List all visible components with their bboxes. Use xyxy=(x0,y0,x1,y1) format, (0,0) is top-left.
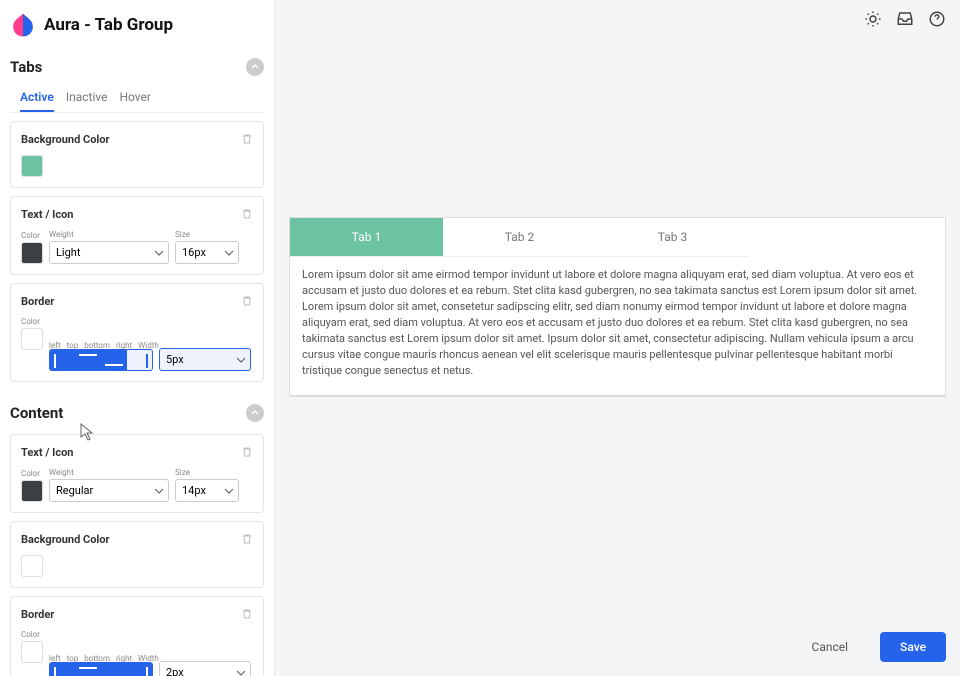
card-title: Text / Icon xyxy=(21,208,73,221)
label-color: Color xyxy=(21,469,43,478)
save-button[interactable]: Save xyxy=(880,632,946,662)
page-title: Aura - Tab Group xyxy=(44,15,173,35)
card-background-color: Background Color xyxy=(10,121,264,188)
border-right-toggle[interactable] xyxy=(127,662,153,676)
tabs-section-head: Tabs xyxy=(0,44,274,80)
state-tab-active[interactable]: Active xyxy=(20,90,54,112)
border-side-toggles xyxy=(49,349,153,371)
card-content-bg: Background Color xyxy=(10,521,264,588)
card-tabs-border: Border Color left top bottom right Width… xyxy=(10,283,264,382)
help-icon[interactable] xyxy=(928,10,946,32)
collapse-button[interactable] xyxy=(246,404,264,422)
label-color: Color xyxy=(21,317,43,326)
main-panel: Tab 1 Tab 2 Tab 3 Lorem ipsum dolor sit … xyxy=(275,0,960,676)
preview-tab-2[interactable]: Tab 2 xyxy=(443,218,596,257)
weight-select[interactable]: Light xyxy=(49,241,169,264)
trash-icon[interactable] xyxy=(241,292,253,311)
section-title-tabs: Tabs xyxy=(10,58,42,76)
border-bottom-toggle[interactable] xyxy=(101,349,127,371)
weight-select[interactable]: Regular xyxy=(49,479,169,502)
label-color: Color xyxy=(21,630,43,639)
topbar xyxy=(275,0,960,42)
preview-content: Lorem ipsum dolor sit ame eirmod tempor … xyxy=(290,257,945,395)
label-size: Size xyxy=(175,230,239,239)
border-width-select[interactable]: 2px xyxy=(159,661,251,676)
preview-tab-group: Tab 1 Tab 2 Tab 3 Lorem ipsum dolor sit … xyxy=(289,217,946,397)
size-select[interactable]: 16px xyxy=(175,241,239,264)
border-width-select[interactable]: 5px xyxy=(159,348,251,371)
chevron-up-icon xyxy=(250,408,260,418)
label-weight: Weight xyxy=(49,468,169,477)
card-title: Text / Icon xyxy=(21,446,73,459)
content-section-head: Content xyxy=(0,390,274,426)
state-tab-hover[interactable]: Hover xyxy=(119,90,150,112)
aura-logo-icon xyxy=(10,12,36,38)
footer: Cancel Save xyxy=(275,622,960,676)
border-color-swatch[interactable] xyxy=(21,328,43,350)
border-side-toggles xyxy=(49,662,153,676)
text-color-swatch[interactable] xyxy=(21,480,43,502)
card-title: Background Color xyxy=(21,533,110,546)
card-content-text-icon: Text / Icon Color Weight Regular Size 14px xyxy=(10,434,264,513)
card-tabs-text-icon: Text / Icon Color Weight Light Size 16px xyxy=(10,196,264,275)
sidebar: Aura - Tab Group Tabs Active Inactive Ho… xyxy=(0,0,275,676)
collapse-button[interactable] xyxy=(246,58,264,76)
preview-tab-3[interactable]: Tab 3 xyxy=(596,218,749,257)
trash-icon[interactable] xyxy=(241,605,253,624)
state-tab-inactive[interactable]: Inactive xyxy=(66,90,108,112)
border-top-toggle[interactable] xyxy=(75,349,101,371)
border-color-swatch[interactable] xyxy=(21,641,43,663)
border-left-toggle[interactable] xyxy=(49,662,75,676)
trash-icon[interactable] xyxy=(241,530,253,549)
text-color-swatch[interactable] xyxy=(21,242,43,264)
chevron-up-icon xyxy=(250,62,260,72)
sidebar-header: Aura - Tab Group xyxy=(0,0,274,44)
trash-icon[interactable] xyxy=(241,443,253,462)
label-weight: Weight xyxy=(49,230,169,239)
border-left-toggle[interactable] xyxy=(49,349,75,371)
preview-tab-1[interactable]: Tab 1 xyxy=(290,218,443,257)
background-color-swatch[interactable] xyxy=(21,155,43,177)
border-bottom-toggle[interactable] xyxy=(101,662,127,676)
card-title: Border xyxy=(21,295,54,308)
card-title: Border xyxy=(21,608,54,621)
size-select[interactable]: 14px xyxy=(175,479,239,502)
section-title-content: Content xyxy=(10,404,63,422)
border-top-toggle[interactable] xyxy=(75,662,101,676)
theme-icon[interactable] xyxy=(864,10,882,32)
card-content-border: Border Color left top bottom right Width… xyxy=(10,596,264,676)
preview-tabs: Tab 1 Tab 2 Tab 3 xyxy=(290,218,945,257)
label-color: Color xyxy=(21,231,43,240)
card-title: Background Color xyxy=(21,133,110,146)
trash-icon[interactable] xyxy=(241,205,253,224)
trash-icon[interactable] xyxy=(241,130,253,149)
label-size: Size xyxy=(175,468,239,477)
preview-canvas: Tab 1 Tab 2 Tab 3 Lorem ipsum dolor sit … xyxy=(275,42,960,622)
state-tabs: Active Inactive Hover xyxy=(10,80,264,113)
background-color-swatch[interactable] xyxy=(21,555,43,577)
border-right-toggle[interactable] xyxy=(127,349,153,371)
cancel-button[interactable]: Cancel xyxy=(792,632,869,662)
inbox-icon[interactable] xyxy=(896,10,914,32)
